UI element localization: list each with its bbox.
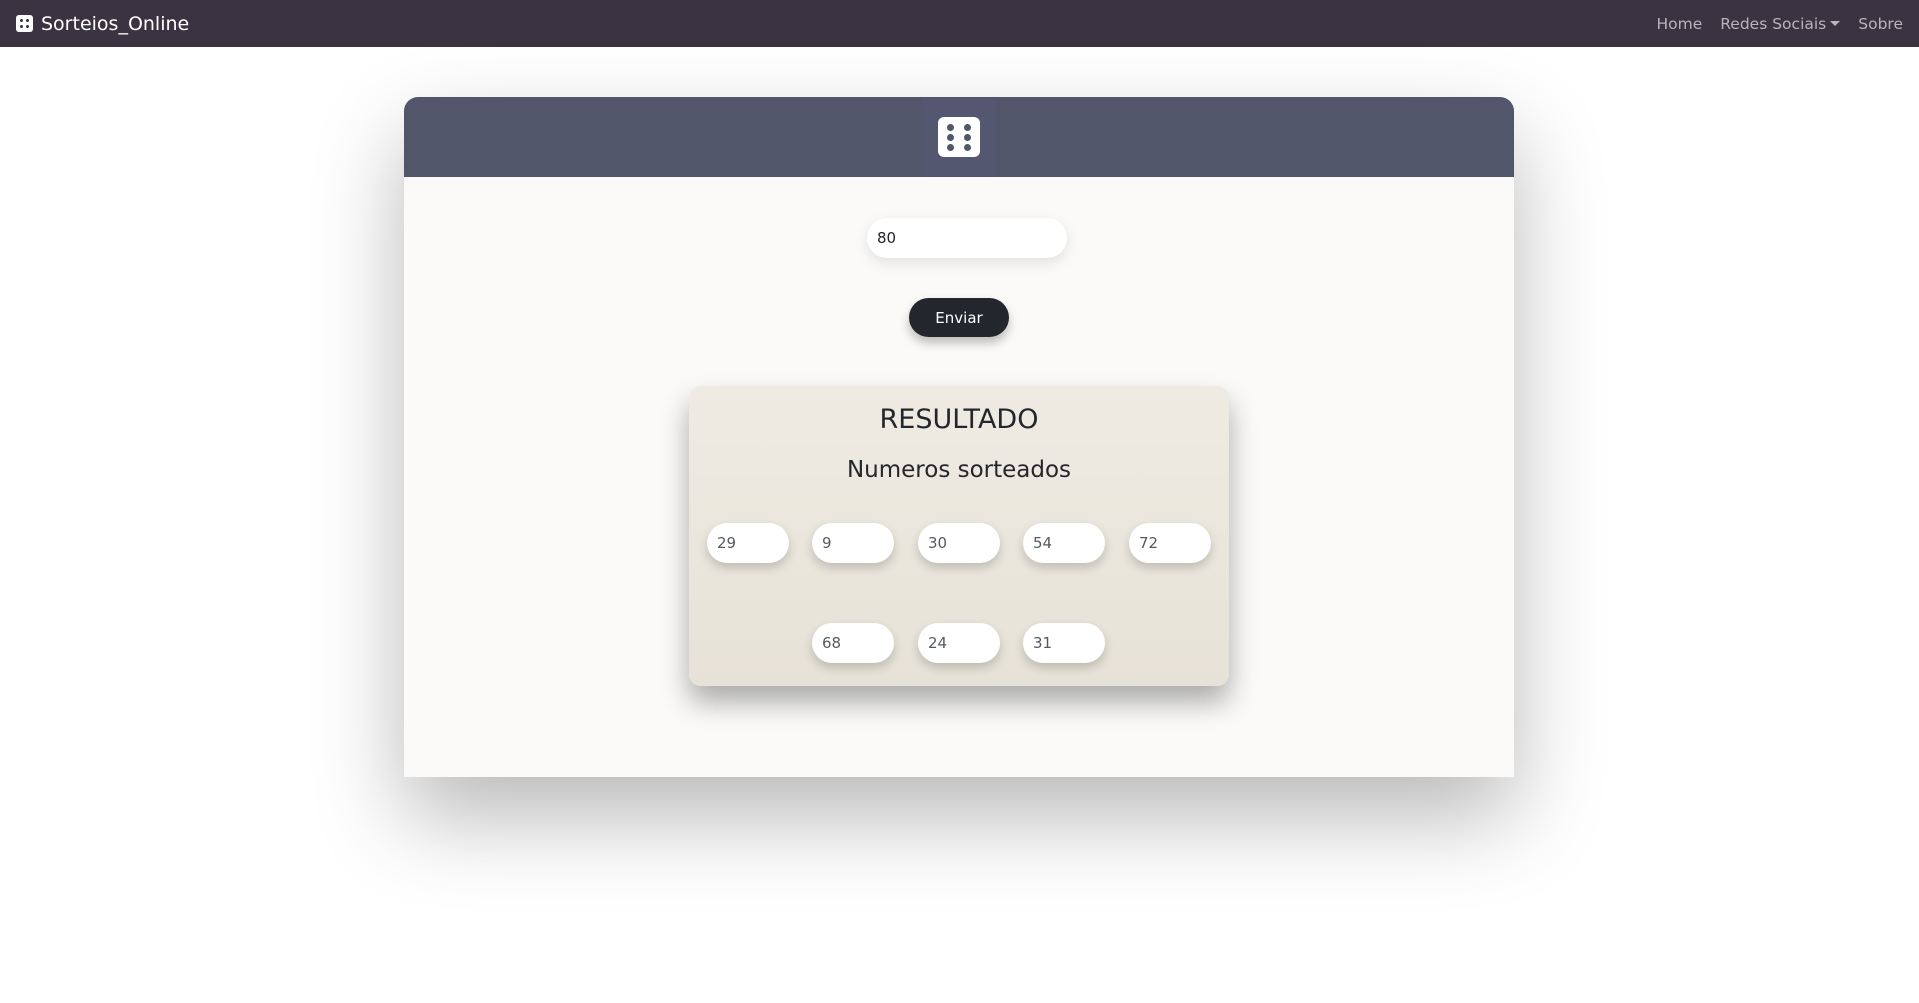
brand-name: Sorteios_Online bbox=[41, 12, 190, 35]
result-panel: RESULTADO Numeros sorteados 29 9 30 54 7… bbox=[689, 386, 1229, 686]
drawn-number: 9 bbox=[812, 523, 894, 563]
caret-down-icon bbox=[1830, 21, 1841, 26]
dice-icon bbox=[16, 15, 33, 32]
drawn-number: 54 bbox=[1023, 523, 1105, 563]
main-card: Enviar RESULTADO Numeros sorteados 29 9 … bbox=[404, 97, 1514, 777]
result-title: RESULTADO bbox=[879, 404, 1039, 435]
drawn-number: 72 bbox=[1129, 523, 1211, 563]
drawn-number: 68 bbox=[812, 623, 894, 663]
nav-about-link[interactable]: Sobre bbox=[1858, 15, 1903, 33]
result-subtitle: Numeros sorteados bbox=[846, 457, 1072, 483]
nav-social-label: Redes Sociais bbox=[1720, 14, 1827, 33]
submit-button[interactable]: Enviar bbox=[909, 298, 1009, 337]
nav-social-dropdown[interactable]: Redes Sociais bbox=[1720, 14, 1841, 33]
number-input[interactable] bbox=[867, 218, 1067, 258]
card-header bbox=[404, 97, 1514, 177]
dice-icon bbox=[938, 117, 980, 157]
drawn-number: 29 bbox=[707, 523, 789, 563]
drawn-number: 24 bbox=[918, 623, 1000, 663]
top-navbar: Sorteios_Online Home Redes Sociais Sobre bbox=[0, 0, 1919, 47]
drawn-number: 31 bbox=[1023, 623, 1105, 663]
dice-icon-wrapper bbox=[921, 97, 997, 177]
nav-home-link[interactable]: Home bbox=[1656, 15, 1702, 33]
brand-link[interactable]: Sorteios_Online bbox=[16, 13, 189, 35]
nav-links: Home Redes Sociais Sobre bbox=[1656, 15, 1903, 33]
drawn-number: 30 bbox=[918, 523, 1000, 563]
